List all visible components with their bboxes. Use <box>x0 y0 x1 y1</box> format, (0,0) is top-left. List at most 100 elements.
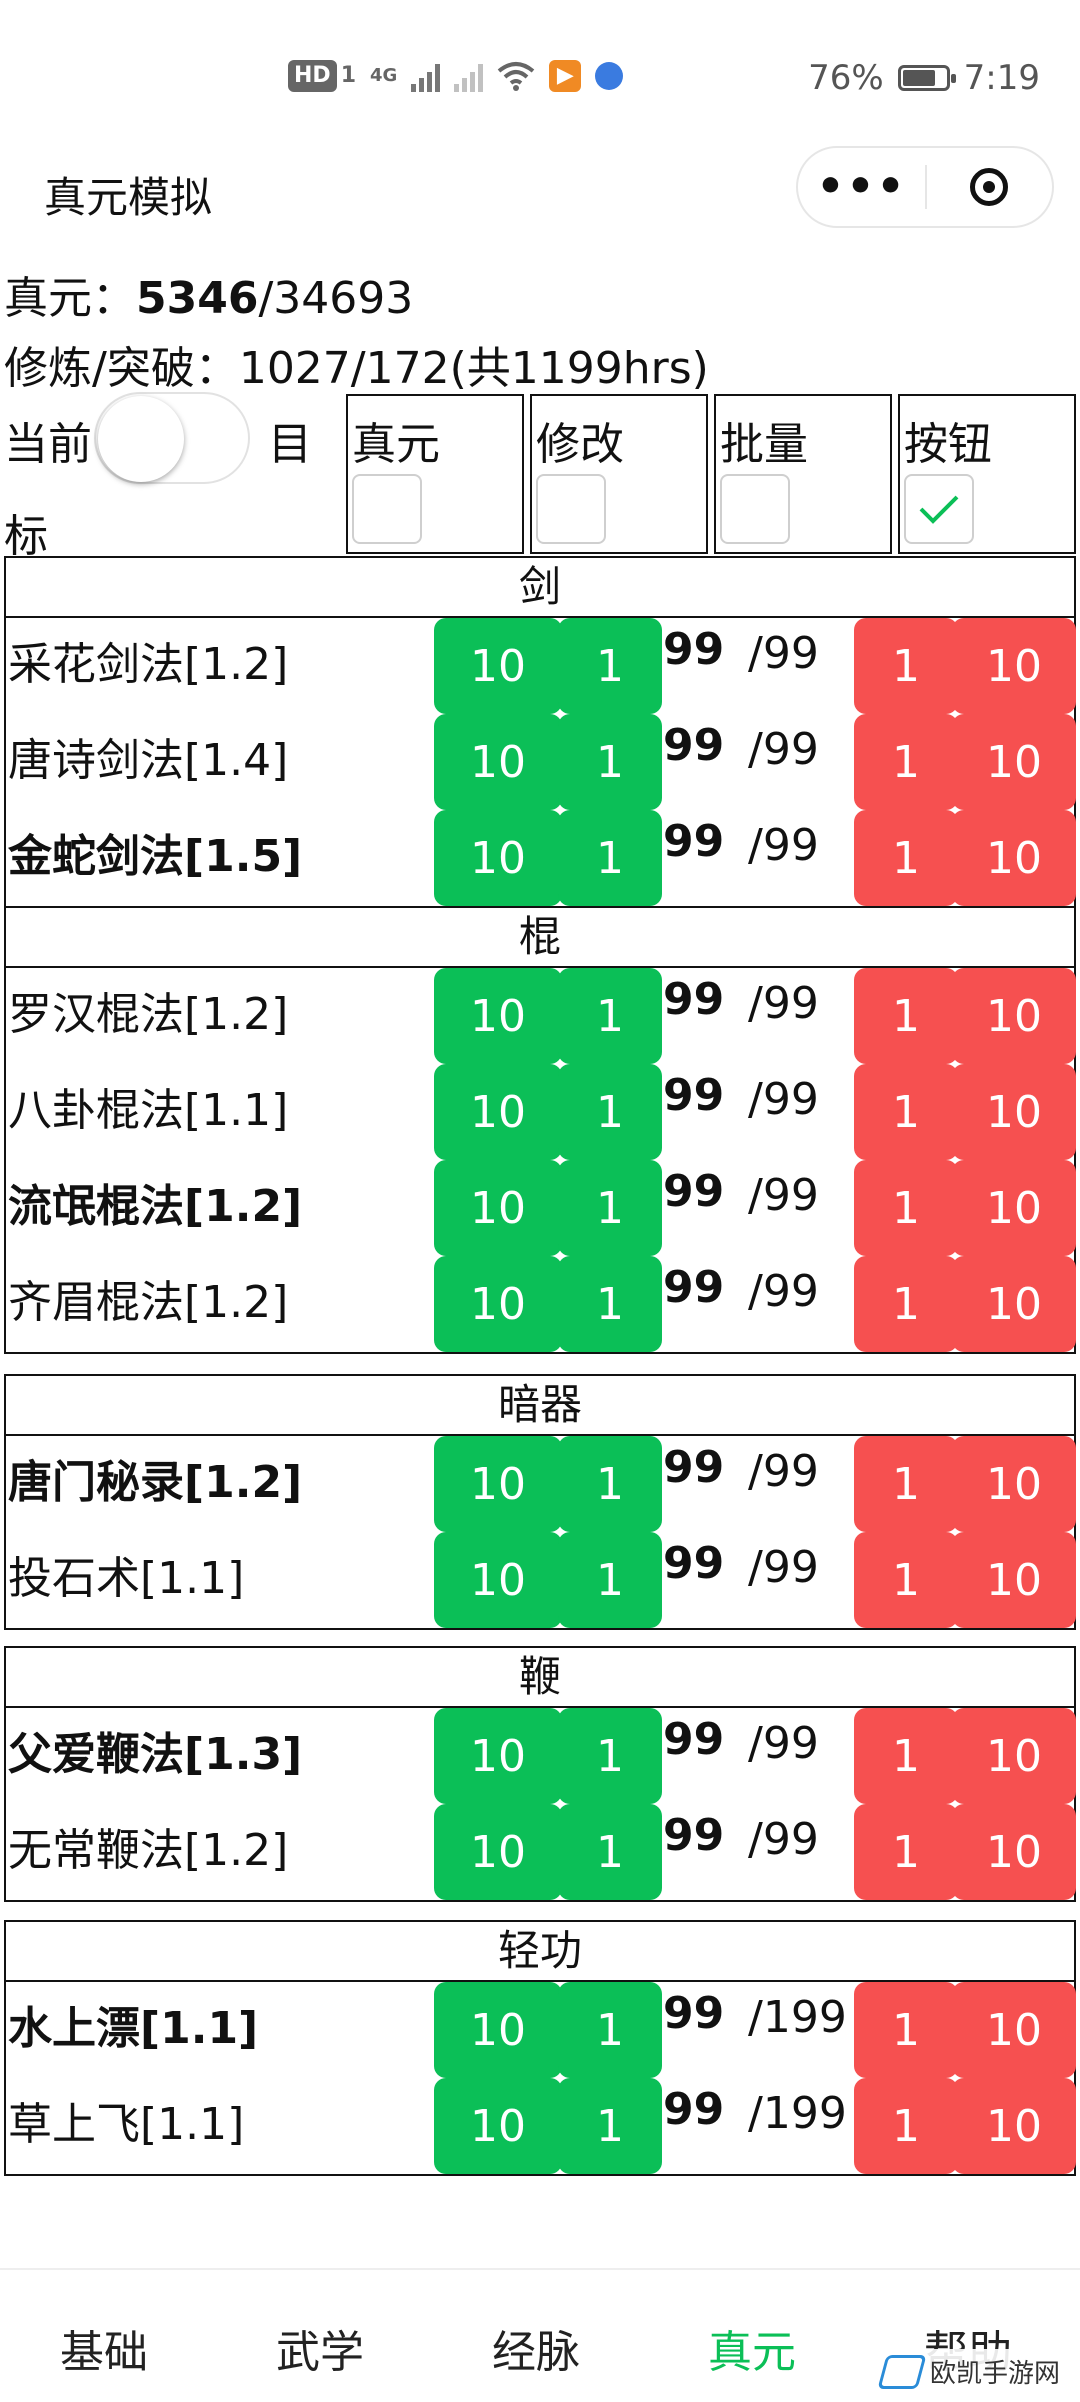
more-menu-button[interactable]: ••• <box>798 165 925 209</box>
tab-meridian[interactable]: 经脉 <box>492 2316 580 2380</box>
minus-1-button[interactable]: 1 <box>854 1256 958 1352</box>
skill-level-max: /99 <box>748 1542 819 1593</box>
option-zhenyuan-checkbox[interactable] <box>352 474 422 544</box>
watermark-text: 欧凯手游网 <box>929 2359 1060 2389</box>
plus-1-button[interactable]: 1 <box>558 1982 662 2078</box>
skill-section: 剑采花剑法[1.2] 10 1 99/99 1 10 唐诗剑法[1.4] 10 1 99/99 1 1… <box>4 556 1076 908</box>
option-label: 真元 <box>352 419 440 470</box>
minus-1-button[interactable]: 1 <box>854 1982 958 2078</box>
minus-10-button[interactable]: 10 <box>952 1982 1076 2078</box>
skill-level-current: 99 <box>663 2084 725 2135</box>
minus-10-button[interactable]: 10 <box>952 1436 1076 1532</box>
status-right: 76% 7:19 <box>808 58 1040 98</box>
minus-1-button[interactable]: 1 <box>854 1804 958 1900</box>
minus-1-button[interactable]: 1 <box>854 1436 958 1532</box>
minus-10-button[interactable]: 10 <box>952 618 1076 714</box>
section-title: 轻功 <box>6 1922 1074 1982</box>
minus-1-button[interactable]: 1 <box>854 618 958 714</box>
minus-10-button[interactable]: 10 <box>952 1804 1076 1900</box>
minus-10-button[interactable]: 10 <box>952 2078 1076 2174</box>
plus-10-button[interactable]: 10 <box>434 1064 562 1160</box>
minus-1-button[interactable]: 1 <box>854 1160 958 1256</box>
zhenyuan-current: 5346 <box>136 273 259 324</box>
skill-level-current: 99 <box>663 1538 725 1589</box>
skill-name: 唐门秘录[1.2] <box>8 1457 303 1508</box>
skill-level-max: /99 <box>748 724 819 775</box>
plus-1-button[interactable]: 1 <box>558 810 662 906</box>
plus-10-button[interactable]: 10 <box>434 810 562 906</box>
plus-1-button[interactable]: 1 <box>558 2078 662 2174</box>
option-edit-checkbox[interactable] <box>536 474 606 544</box>
plus-10-button[interactable]: 10 <box>434 1532 562 1628</box>
status-bar: HD 1 4G ▶ 76% 7:19 <box>0 0 1080 155</box>
skill-row: 流氓棍法[1.2] 10 1 99/99 1 10 <box>6 1160 1076 1256</box>
option-batch-checkbox[interactable] <box>720 474 790 544</box>
plus-10-button[interactable]: 10 <box>434 714 562 810</box>
skill-row: 采花剑法[1.2] 10 1 99/99 1 10 <box>6 618 1076 714</box>
plus-1-button[interactable]: 1 <box>558 1804 662 1900</box>
skill-section: 轻功 水上漂[1.1] 10 1 99/199 1 10 草上飞[1.1] 10 1 99/199 1… <box>4 1920 1076 2176</box>
sim-icon: 1 <box>340 63 356 88</box>
skill-name: 罗汉棍法[1.2] <box>8 989 289 1040</box>
close-miniprogram-button[interactable] <box>927 168 1052 206</box>
zhenyuan-stat: 真元：5346/34693 <box>4 262 413 326</box>
minus-10-button[interactable]: 10 <box>952 1160 1076 1256</box>
plus-10-button[interactable]: 10 <box>434 1708 562 1804</box>
skill-name: 父爱鞭法[1.3] <box>8 1729 303 1780</box>
plus-10-button[interactable]: 10 <box>434 1160 562 1256</box>
tab-martial[interactable]: 武学 <box>276 2316 364 2380</box>
skill-section: 棍罗汉棍法[1.2] 10 1 99/99 1 10 八卦棍法[1.1] 10 1 99/99 1 1… <box>4 906 1076 1354</box>
plus-10-button[interactable]: 10 <box>434 968 562 1064</box>
plus-10-button[interactable]: 10 <box>434 2078 562 2174</box>
zhenyuan-total: /34693 <box>258 273 414 324</box>
tab-basic[interactable]: 基础 <box>60 2316 148 2380</box>
plus-10-button[interactable]: 10 <box>434 618 562 714</box>
minus-1-button[interactable]: 1 <box>854 810 958 906</box>
skill-row: 唐诗剑法[1.4] 10 1 99/99 1 10 <box>6 714 1076 810</box>
plus-1-button[interactable]: 1 <box>558 968 662 1064</box>
plus-1-button[interactable]: 1 <box>558 1256 662 1352</box>
skill-name: 金蛇剑法[1.5] <box>8 831 303 882</box>
skill-level-max: /199 <box>748 1992 847 2043</box>
title-bar: 真元模拟 ••• <box>0 140 1080 240</box>
plus-1-button[interactable]: 1 <box>558 1436 662 1532</box>
skill-level-current: 99 <box>663 1810 725 1861</box>
plus-1-button[interactable]: 1 <box>558 618 662 714</box>
plus-1-button[interactable]: 1 <box>558 1160 662 1256</box>
battery-percent: 76% <box>808 58 884 98</box>
minus-10-button[interactable]: 10 <box>952 1256 1076 1352</box>
skill-section: 暗器 唐门秘录[1.2] 10 1 99/99 1 10 投石术[1.1] 10 1 99/99 1 1… <box>4 1374 1076 1630</box>
minus-1-button[interactable]: 1 <box>854 2078 958 2174</box>
zhenyuan-label: 真元： <box>4 273 136 324</box>
tab-zhenyuan[interactable]: 真元 <box>708 2316 796 2380</box>
current-label: 当前 <box>4 419 92 470</box>
skill-level-current: 99 <box>663 1070 725 1121</box>
minus-10-button[interactable]: 10 <box>952 714 1076 810</box>
minus-1-button[interactable]: 1 <box>854 968 958 1064</box>
plus-1-button[interactable]: 1 <box>558 1064 662 1160</box>
plus-1-button[interactable]: 1 <box>558 1532 662 1628</box>
plus-10-button[interactable]: 10 <box>434 1436 562 1532</box>
plus-10-button[interactable]: 10 <box>434 1256 562 1352</box>
plus-10-button[interactable]: 10 <box>434 1804 562 1900</box>
option-batch: 批量 <box>714 394 892 554</box>
current-target-switch[interactable] <box>94 392 250 484</box>
plus-1-button[interactable]: 1 <box>558 1708 662 1804</box>
minus-1-button[interactable]: 1 <box>854 1532 958 1628</box>
minus-10-button[interactable]: 10 <box>952 968 1076 1064</box>
plus-1-button[interactable]: 1 <box>558 714 662 810</box>
section-title: 棍 <box>6 908 1074 968</box>
option-buttons-checkbox[interactable] <box>904 474 974 544</box>
minus-1-button[interactable]: 1 <box>854 1708 958 1804</box>
plus-10-button[interactable]: 10 <box>434 1982 562 2078</box>
minus-10-button[interactable]: 10 <box>952 1708 1076 1804</box>
minus-1-button[interactable]: 1 <box>854 714 958 810</box>
minus-1-button[interactable]: 1 <box>854 1064 958 1160</box>
option-label: 修改 <box>536 419 624 470</box>
video-app-icon: ▶ <box>549 60 582 92</box>
minus-10-button[interactable]: 10 <box>952 1532 1076 1628</box>
minus-10-button[interactable]: 10 <box>952 810 1076 906</box>
minus-10-button[interactable]: 10 <box>952 1064 1076 1160</box>
switch-knob <box>98 396 184 482</box>
target-label: 目 <box>268 419 312 470</box>
